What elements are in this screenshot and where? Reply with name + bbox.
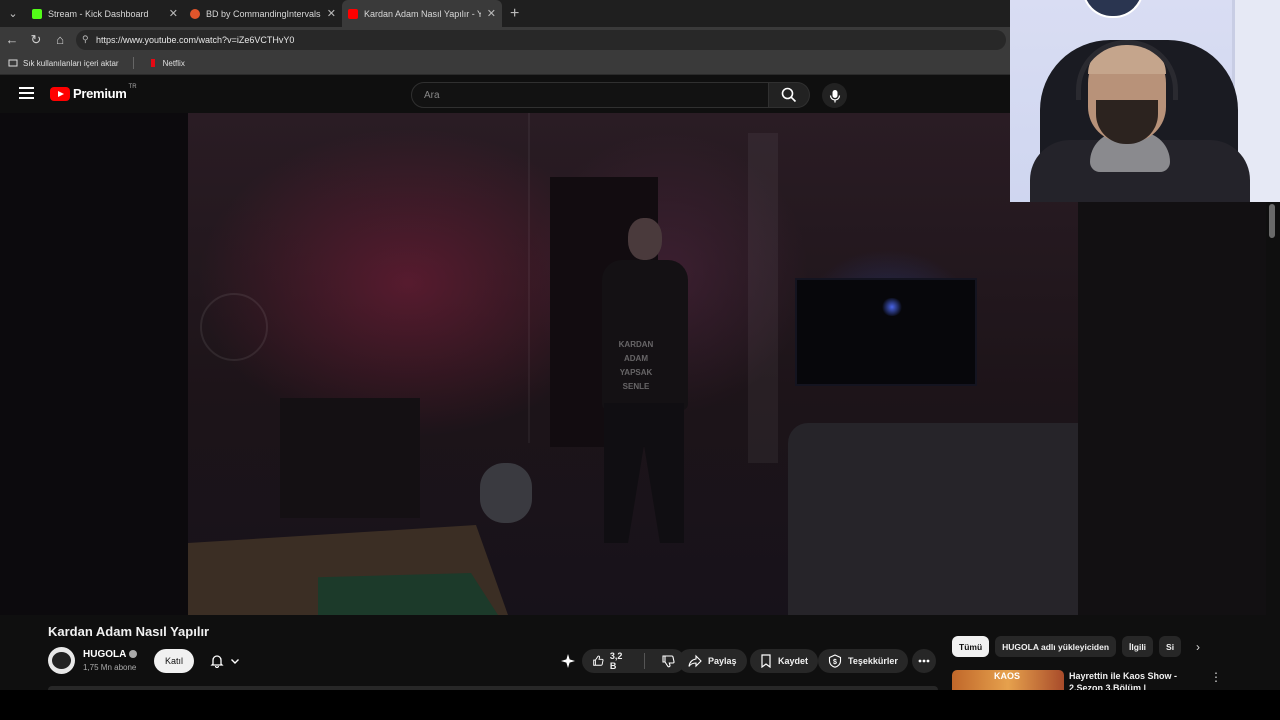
share-icon [688,654,702,668]
back-icon[interactable]: ← [0,32,24,47]
netflix-icon [150,59,155,67]
new-tab-icon[interactable]: + [510,5,519,23]
import-bookmark-icon [8,59,18,67]
fan-shape [200,293,268,361]
bookmark-netflix[interactable]: Netflix [140,58,193,68]
more-actions-button[interactable] [912,649,936,673]
player-side-shadow [1078,202,1266,615]
region-code: TR [128,83,137,90]
bookmark-label: Netflix [162,58,185,68]
taskbar-area [0,690,1280,720]
youtube-logo[interactable]: Premium TR [50,83,137,101]
tv-shape [795,278,977,386]
like-dislike-group: 3,2 B [582,649,685,673]
bd-favicon-icon [190,8,200,19]
channel-avatar[interactable] [48,647,75,674]
menu-icon[interactable] [19,87,34,101]
browser-navbar: ← ↻ ⌂ ⚲ https://www.youtube.com/watch?v=… [0,27,1010,52]
home-icon[interactable]: ⌂ [48,32,72,47]
microphone-icon [829,89,840,102]
chip-next-partial[interactable]: Si [1159,636,1182,657]
voice-search-button[interactable] [822,83,847,108]
thumbnail-text: KAOS [994,671,1021,681]
notification-button[interactable] [200,649,250,673]
thanks-button[interactable]: $ Teşekkürler [818,649,908,673]
address-bar[interactable]: ⚲ https://www.youtube.com/watch?v=iZe6VC… [76,29,1006,50]
recommended-video[interactable]: KAOS Hayrettin ile Kaos Show - 2.Sezon 3… [952,670,1222,690]
youtube-play-icon [50,86,70,101]
save-label: Kaydet [778,656,809,666]
studio-microphone-shape [480,463,532,523]
share-label: Paylaş [708,656,737,666]
site-info-icon[interactable]: ⚲ [82,34,96,45]
shirt-text: KARDAN ADAM YAPSAK SENLE [618,340,654,391]
like-button[interactable]: 3,2 B [582,649,638,673]
chevron-right-icon[interactable]: › [1196,640,1200,654]
webcam-overlay [1010,0,1280,202]
channel-name[interactable]: HUGOLA [83,649,126,660]
scrollbar-thumb[interactable] [1269,204,1275,238]
recommended-thumbnail[interactable]: KAOS [952,670,1064,690]
browser-tabbar: ⌄ Stream - Kick Dashboard ✕ BD by Comman… [0,0,1010,27]
chip-from-uploader[interactable]: HUGOLA adlı yükleyiciden [995,636,1117,657]
like-count: 3,2 B [609,651,623,671]
mousepad-shape [318,573,498,615]
join-button[interactable]: Katıl [154,649,194,673]
tab-search-icon[interactable]: ⌄ [0,0,26,27]
logo-text: Premium [73,86,127,101]
share-button[interactable]: Paylaş [678,649,747,673]
super-thanks-icon: $ [828,654,842,668]
close-tab-icon[interactable]: ✕ [487,7,496,20]
bookmark-import[interactable]: Sık kullanılanları içeri aktar [0,58,127,68]
save-button[interactable]: Kaydet [750,649,819,673]
verified-icon [129,650,138,659]
close-tab-icon[interactable]: ✕ [327,7,336,20]
search-button[interactable] [769,82,810,108]
video-title: Kardan Adam Nasıl Yapılır [48,624,210,639]
related-filter-chips: Tümü HUGOLA adlı yükleyiciden İlgili Si [952,636,1212,657]
more-horizontal-icon [918,659,930,663]
youtube-favicon-icon [348,8,358,19]
like-divider [644,653,645,669]
thumbs-down-icon [662,655,675,668]
tab-kick-dashboard[interactable]: Stream - Kick Dashboard ✕ [26,0,184,27]
recommended-title[interactable]: Hayrettin ile Kaos Show - 2.Sezon 3.Bölü… [1069,670,1179,690]
ask-ai-icon[interactable] [560,653,576,669]
svg-text:$: $ [833,659,837,666]
tab-title: BD by CommandingIntervals388 | [206,8,321,19]
tab-youtube[interactable]: Kardan Adam Nasıl Yapılır - YouTube ✕ [342,0,502,27]
search-box [411,82,810,108]
url-text: https://www.youtube.com/watch?v=iZe6VCTH… [96,34,295,45]
search-input[interactable] [411,82,769,108]
tab-title: Stream - Kick Dashboard [48,8,149,19]
channel-name-wrap[interactable]: HUGOLA [83,649,138,660]
thumbs-up-icon [593,655,604,666]
search-icon [781,87,797,103]
tab-bd[interactable]: BD by CommandingIntervals388 | ✕ [184,0,342,27]
more-vertical-icon[interactable]: ⋮ [1210,670,1222,684]
side-table-shape [280,398,420,518]
dancing-person: KARDAN ADAM YAPSAK SENLE [590,218,700,548]
subscriber-count: 1,75 Mn abone [83,663,137,672]
bookmark-label: Sık kullanılanları içeri aktar [23,58,119,68]
chevron-down-icon [231,659,239,664]
kick-favicon-icon [32,8,42,19]
chip-related[interactable]: İlgili [1122,636,1154,657]
bell-icon [210,655,224,668]
bookmark-separator [132,57,134,69]
bookmark-icon [761,654,771,668]
chip-all[interactable]: Tümü [952,636,990,657]
channel-actions-row: HUGOLA 1,75 Mn abone Katıl 3,2 B Paylaş … [48,646,938,676]
close-tab-icon[interactable]: ✕ [169,7,178,20]
webcam-logo-badge [1082,0,1144,18]
tab-title: Kardan Adam Nasıl Yapılır - YouTube [364,8,481,19]
bookmarks-bar: Sık kullanılanları içeri aktar Netflix [0,52,1010,75]
reload-icon[interactable]: ↻ [24,32,48,48]
thanks-label: Teşekkürler [848,656,898,666]
page-scrollbar[interactable] [1266,202,1280,690]
